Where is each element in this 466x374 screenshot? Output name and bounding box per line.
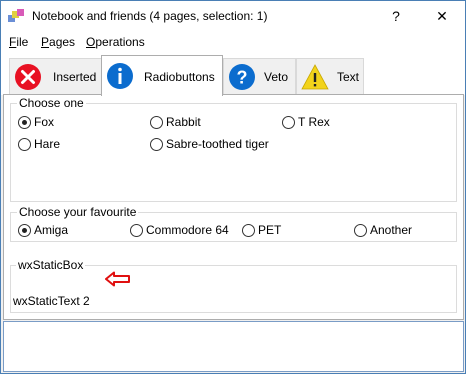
tab-inserted[interactable]: Inserted (9, 58, 102, 95)
radio-label: PET (258, 223, 282, 237)
radio-circle-selected (18, 224, 31, 237)
radio-label: Sabre-toothed tiger (166, 137, 269, 151)
error-icon (15, 64, 41, 90)
group-choose-favourite: Choose your favourite Amiga Commodore 64… (10, 205, 457, 242)
tab-label: Text (337, 70, 360, 84)
radio-label: Commodore 64 (146, 223, 229, 237)
group-title: wxStaticBox (16, 258, 86, 272)
group-static-box: wxStaticBox wxStaticText 2 (10, 258, 457, 313)
tab-text[interactable]: Text (296, 58, 364, 95)
tab-page: Choose one Fox Rabbit T Rex Hare Sabre-t… (3, 94, 464, 320)
radio-circle (282, 116, 295, 129)
log-text-area[interactable] (3, 321, 464, 372)
group-title: Choose your favourite (17, 205, 139, 219)
left-arrow-icon (105, 271, 130, 287)
menu-file[interactable]: File (9, 35, 28, 49)
radio-label: Hare (34, 137, 61, 151)
menu-bar: File Pages Operations (1, 31, 465, 53)
radio-label: Rabbit (166, 115, 201, 129)
radio-circle (354, 224, 367, 237)
radio-circle (18, 138, 31, 151)
radio-label: T Rex (298, 115, 330, 129)
svg-text:?: ? (237, 68, 248, 88)
radio-label: Another (370, 223, 413, 237)
radio-circle (242, 224, 255, 237)
group-title: Choose one (17, 96, 86, 110)
window-title: Notebook and friends (4 pages, selection… (32, 9, 268, 23)
question-icon: ? (229, 64, 255, 90)
radio-circle-selected (18, 116, 31, 129)
menu-operations[interactable]: Operations (86, 35, 145, 49)
tab-label: Radiobuttons (144, 70, 215, 84)
close-button[interactable]: ✕ (419, 1, 465, 31)
tab-veto[interactable]: ? Veto (223, 58, 296, 95)
static-text: wxStaticText 2 (13, 294, 90, 308)
tab-label: Inserted (53, 70, 97, 84)
radio-circle (150, 138, 163, 151)
warning-icon (301, 64, 329, 90)
radio-label: Fox (34, 115, 55, 129)
menu-pages[interactable]: Pages (41, 35, 75, 49)
radio-circle (130, 224, 143, 237)
group-choose-one: Choose one Fox Rabbit T Rex Hare Sabre-t… (10, 96, 457, 202)
title-bar[interactable]: Notebook and friends (4 pages, selection… (1, 1, 465, 31)
help-button[interactable]: ? (373, 1, 419, 31)
radio-label: Amiga (34, 223, 69, 237)
info-icon (107, 63, 133, 89)
radio-circle (150, 116, 163, 129)
notebook-tabs: Inserted Radiobuttons ? Veto Text (1, 53, 465, 96)
tab-radiobuttons[interactable]: Radiobuttons (101, 55, 223, 96)
app-icon (8, 9, 24, 22)
app-window: Notebook and friends (4 pages, selection… (0, 0, 466, 374)
tab-label: Veto (264, 70, 289, 84)
